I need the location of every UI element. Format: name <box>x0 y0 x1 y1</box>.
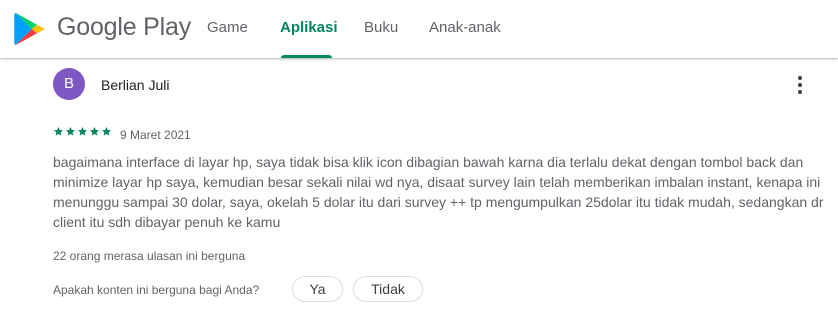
feedback-question: Apakah konten ini berguna bagi Anda? <box>53 283 260 297</box>
star-icon <box>101 126 112 136</box>
tab-aplikasi[interactable]: Aplikasi <box>280 18 338 38</box>
more-options-button[interactable] <box>788 71 812 99</box>
star-icon <box>53 126 64 136</box>
star-icon <box>65 126 76 136</box>
app-header: Google Play Game Aplikasi Buku Anak-anak <box>0 0 838 58</box>
more-vert-icon <box>798 76 802 80</box>
tab-game[interactable]: Game <box>207 18 248 38</box>
tab-buku[interactable]: Buku <box>364 18 398 38</box>
review-card: B Berlian Juli 9 Maret 2021 bagaimana in… <box>0 58 838 315</box>
google-play-logo-icon[interactable] <box>10 10 48 48</box>
tab-anak-anak[interactable]: Anak-anak <box>429 18 501 38</box>
brand-name[interactable]: Google Play <box>57 11 191 43</box>
review-date: 9 Maret 2021 <box>120 128 191 142</box>
reviewer-name: Berlian Juli <box>101 77 170 93</box>
review-text: bagaimana interface di layar hp, saya ti… <box>53 154 824 230</box>
yes-button[interactable]: Ya <box>292 276 343 302</box>
star-icon <box>77 126 88 136</box>
no-button[interactable]: Tidak <box>353 276 423 302</box>
helpful-count: 22 orang merasa ulasan ini berguna <box>53 249 246 263</box>
star-icon <box>89 126 100 136</box>
active-tab-indicator <box>281 55 332 58</box>
avatar: B <box>53 68 85 100</box>
